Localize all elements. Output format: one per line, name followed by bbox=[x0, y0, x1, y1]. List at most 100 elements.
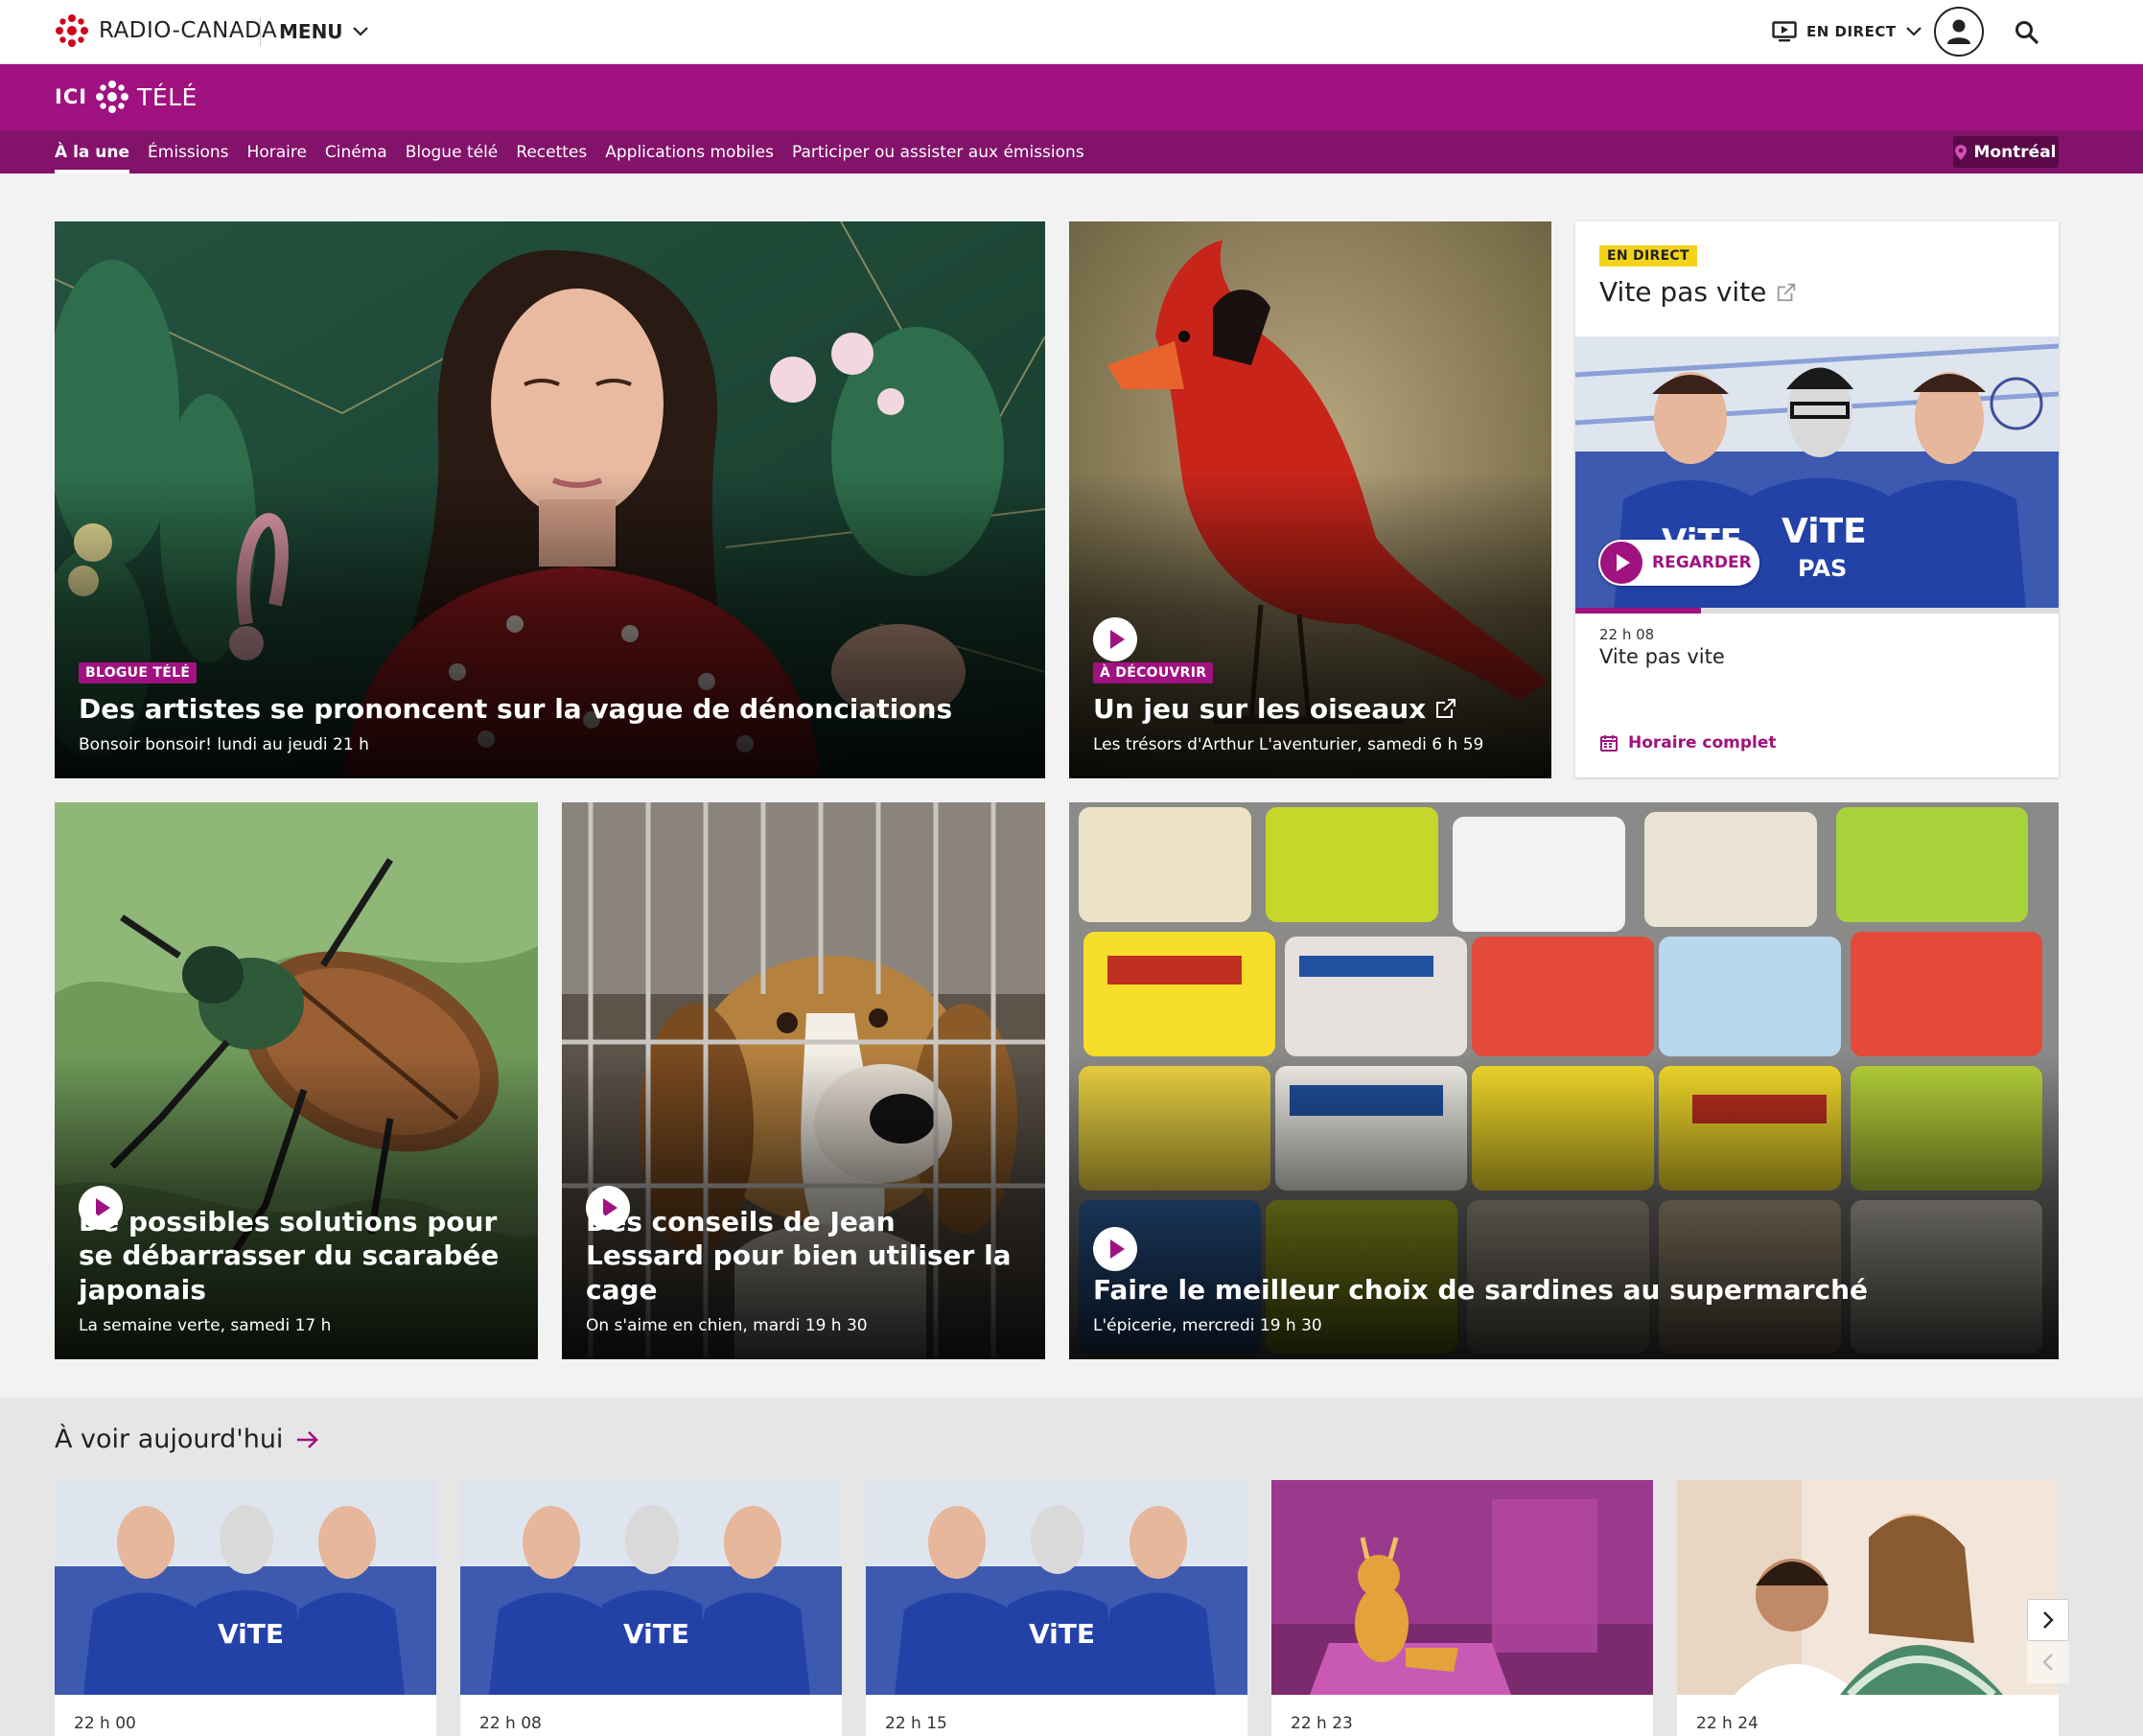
feature-title[interactable]: De possibles solutions pour se débarrass… bbox=[79, 1205, 514, 1307]
live-badge: EN DIRECT bbox=[1599, 245, 1697, 266]
schedule-thumbnail bbox=[1271, 1480, 1653, 1695]
feature-subtitle: Les trésors d'Arthur L'aventurier, samed… bbox=[1093, 735, 1484, 754]
feature-card-blogue[interactable]: BLOGUE TÉLÉ Des artistes se prononcent s… bbox=[55, 221, 1045, 778]
arrow-right-icon bbox=[297, 1430, 319, 1448]
nav-item-cinema[interactable]: Cinéma bbox=[325, 130, 387, 174]
tv-icon bbox=[1772, 21, 1797, 42]
play-button[interactable] bbox=[1093, 1227, 1137, 1271]
main-nav: À la une Émissions Horaire Cinéma Blogue… bbox=[55, 130, 1084, 174]
chevron-down-icon bbox=[1905, 27, 1922, 36]
schedule-link[interactable]: Horaire complet bbox=[1599, 733, 1777, 752]
ici-tele-banner bbox=[0, 64, 2143, 130]
feature-caption: De possibles solutions pour se débarrass… bbox=[79, 1205, 514, 1335]
live-button[interactable]: EN DIRECT bbox=[1772, 13, 1922, 50]
svg-text:ViTE: ViTE bbox=[623, 1618, 689, 1650]
chevron-down-icon bbox=[352, 27, 368, 36]
schedule-thumbnail bbox=[1677, 1480, 2059, 1695]
feature-title-text: Un jeu sur les oiseaux bbox=[1093, 692, 1427, 725]
cartoon-image bbox=[1271, 1480, 1653, 1695]
schedule-card[interactable]: 22 h 24 bbox=[1677, 1480, 2059, 1736]
feature-caption: Faire le meilleur choix de sardines au s… bbox=[1093, 1273, 2035, 1335]
schedule-card[interactable]: 22 h 23 bbox=[1271, 1480, 1653, 1736]
svg-text:ViTE: ViTE bbox=[1029, 1618, 1095, 1650]
play-icon bbox=[1600, 542, 1642, 584]
feature-title-text: De possibles solutions pour se débarrass… bbox=[79, 1206, 500, 1306]
watch-label: REGARDER bbox=[1652, 553, 1752, 572]
feature-card-oiseaux[interactable]: À DÉCOUVRIR Un jeu sur les oiseaux Les t… bbox=[1069, 221, 1551, 778]
feature-title-text: Des conseils de Jean Lessard pour bien u… bbox=[586, 1206, 1012, 1306]
watch-button[interactable]: REGARDER bbox=[1598, 540, 1759, 586]
schedule-card[interactable]: ViTE 22 h 08 bbox=[460, 1480, 842, 1736]
schedule-card[interactable]: ViTE 22 h 15 bbox=[866, 1480, 1247, 1736]
live-label: EN DIRECT bbox=[1806, 23, 1897, 40]
category-tag: À DÉCOUVRIR bbox=[1093, 661, 1214, 683]
live-progress-bar bbox=[1575, 608, 1701, 613]
feature-subtitle: La semaine verte, samedi 17 h bbox=[79, 1316, 332, 1335]
nav-item-recettes[interactable]: Recettes bbox=[516, 130, 587, 174]
play-button[interactable] bbox=[1093, 617, 1137, 661]
city-selector[interactable]: Montréal bbox=[1953, 136, 2059, 168]
category-tag: BLOGUE TÉLÉ bbox=[79, 661, 198, 683]
live-title[interactable]: Vite pas vite bbox=[1599, 276, 1797, 308]
nav-item-emissions[interactable]: Émissions bbox=[148, 130, 229, 174]
gem-icon bbox=[56, 14, 88, 47]
feature-card-sardines[interactable]: Faire le meilleur choix de sardines au s… bbox=[1069, 802, 2059, 1359]
feature-card-chien[interactable]: Des conseils de Jean Lessard pour bien u… bbox=[562, 802, 1045, 1359]
nav-item-horaire[interactable]: Horaire bbox=[247, 130, 307, 174]
external-link-icon bbox=[1436, 699, 1456, 719]
schedule-time: 22 h 24 bbox=[1696, 1714, 1759, 1733]
today-heading-text: À voir aujourd'hui bbox=[55, 1424, 284, 1454]
today-heading[interactable]: À voir aujourd'hui bbox=[55, 1424, 319, 1454]
schedule-time: 22 h 00 bbox=[74, 1714, 136, 1733]
external-link-icon bbox=[1778, 283, 1796, 301]
live-title-text: Vite pas vite bbox=[1599, 276, 1767, 308]
ici-tele-logo[interactable]: ICI TÉLÉ bbox=[55, 77, 198, 117]
feature-subtitle: Bonsoir bonsoir! lundi au jeudi 21 h bbox=[79, 735, 369, 754]
schedule-time: 22 h 08 bbox=[479, 1714, 542, 1733]
schedule-thumbnail: ViTE bbox=[460, 1480, 842, 1695]
feature-title[interactable]: Des conseils de Jean Lessard pour bien u… bbox=[586, 1205, 1021, 1307]
feature-subtitle: On s'aime en chien, mardi 19 h 30 bbox=[586, 1316, 868, 1335]
profile-button[interactable] bbox=[1934, 7, 1984, 57]
feature-caption: Des conseils de Jean Lessard pour bien u… bbox=[586, 1205, 1021, 1335]
feature-title[interactable]: Des artistes se prononcent sur la vague … bbox=[79, 692, 1021, 726]
feature-caption: À DÉCOUVRIR Un jeu sur les oiseaux Les t… bbox=[1093, 661, 1527, 754]
brand-name: RADIO-CANADA bbox=[99, 18, 278, 43]
nav-item-a-la-une[interactable]: À la une bbox=[55, 130, 130, 174]
chevron-right-icon bbox=[2043, 1611, 2054, 1629]
city-label: Montréal bbox=[1973, 142, 2057, 162]
svg-text:PAS: PAS bbox=[1798, 555, 1847, 582]
ici-text: ICI bbox=[55, 85, 88, 108]
feature-title-text: Faire le meilleur choix de sardines au s… bbox=[1093, 1273, 1869, 1306]
schedule-card[interactable]: ViTE 22 h 00 bbox=[55, 1480, 436, 1736]
calendar-icon bbox=[1600, 735, 1618, 752]
family-image bbox=[1677, 1480, 2059, 1695]
radio-canada-logo[interactable]: RADIO-CANADA bbox=[55, 12, 277, 50]
carousel-next-button[interactable] bbox=[2027, 1599, 2069, 1641]
menu-button[interactable]: MENU bbox=[279, 14, 368, 49]
feature-caption: BLOGUE TÉLÉ Des artistes se prononcent s… bbox=[79, 661, 1021, 754]
nav-item-applications[interactable]: Applications mobiles bbox=[605, 130, 774, 174]
feature-title[interactable]: Un jeu sur les oiseaux bbox=[1093, 692, 1527, 726]
menu-label: MENU bbox=[279, 20, 343, 43]
schedule-thumbnail: ViTE bbox=[55, 1480, 436, 1695]
carousel-prev-button[interactable] bbox=[2027, 1641, 2069, 1683]
live-time: 22 h 08 bbox=[1599, 626, 1655, 643]
search-button[interactable] bbox=[2008, 13, 2046, 52]
user-icon bbox=[1947, 19, 1970, 44]
feature-title[interactable]: Faire le meilleur choix de sardines au s… bbox=[1093, 1273, 2035, 1307]
nav-item-participer[interactable]: Participer ou assister aux émissions bbox=[792, 130, 1084, 174]
schedule-thumbnail: ViTE bbox=[866, 1480, 1247, 1695]
live-show-title[interactable]: Vite pas vite bbox=[1599, 645, 1725, 668]
location-pin-icon bbox=[1955, 144, 1968, 160]
svg-text:ViTE: ViTE bbox=[218, 1618, 284, 1650]
gem-icon bbox=[96, 81, 129, 113]
vite-pas-vite-image: ViTE bbox=[866, 1480, 1247, 1695]
schedule-label: Horaire complet bbox=[1628, 733, 1777, 752]
feature-card-scarabee[interactable]: De possibles solutions pour se débarrass… bbox=[55, 802, 538, 1359]
search-icon bbox=[2015, 21, 2039, 45]
vite-pas-vite-image: ViTE bbox=[460, 1480, 842, 1695]
schedule-time: 22 h 15 bbox=[885, 1714, 947, 1733]
feature-subtitle: L'épicerie, mercredi 19 h 30 bbox=[1093, 1316, 1322, 1335]
nav-item-blogue-tele[interactable]: Blogue télé bbox=[406, 130, 499, 174]
